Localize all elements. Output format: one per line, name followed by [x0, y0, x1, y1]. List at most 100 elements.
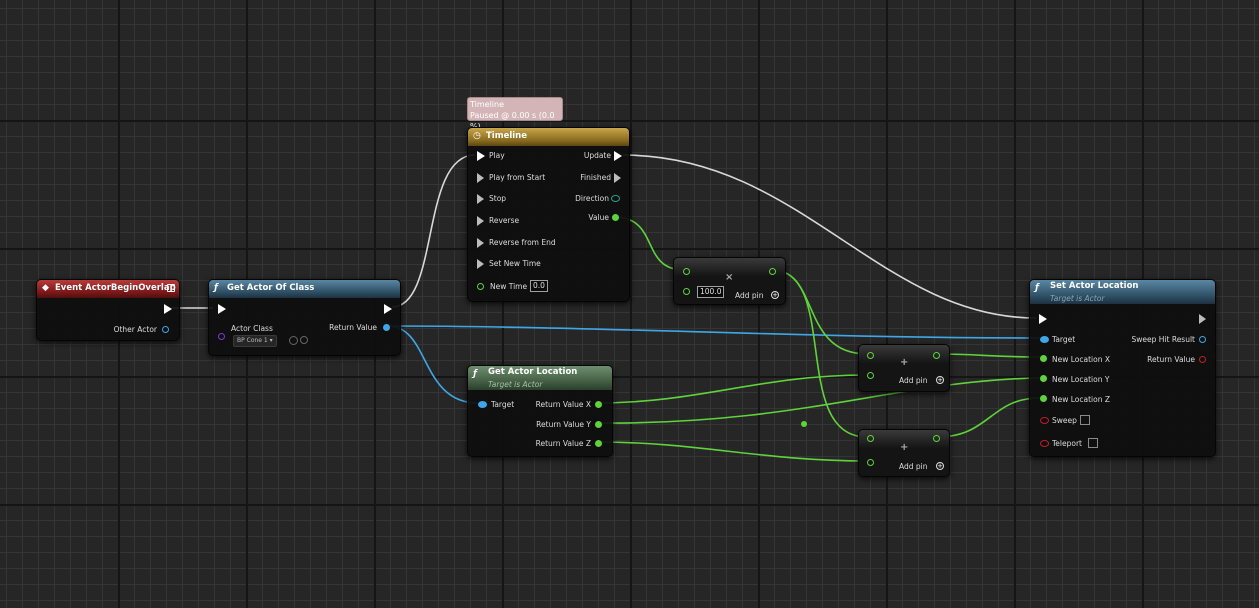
add-2-add-pin-label[interactable]: Add pin: [899, 462, 928, 471]
sweep-pin[interactable]: [1040, 417, 1049, 424]
actor-class-pin[interactable]: [218, 333, 225, 340]
set-new-time-exec-pin[interactable]: [477, 259, 485, 269]
get-actor-exec-in-pin[interactable]: [218, 304, 226, 314]
add-2-out-pin[interactable]: [933, 435, 940, 442]
return-x-pin[interactable]: [595, 401, 602, 408]
clock-icon: ◷: [473, 131, 481, 141]
get-location-target-label: Target: [491, 400, 515, 409]
reverse-label: Reverse: [489, 216, 520, 225]
multiply-add-pin-label[interactable]: Add pin: [735, 291, 764, 300]
teleport-label: Teleport: [1052, 439, 1082, 448]
finished-exec-out-pin[interactable]: [614, 173, 622, 183]
actor-class-label: Actor Class: [231, 324, 273, 333]
stop-label: Stop: [489, 194, 507, 203]
add-node-1[interactable]: + Add pin +: [858, 344, 950, 392]
actor-class-value: BP Cone 1: [237, 337, 268, 344]
actor-class-dropdown[interactable]: BP Cone 1 ▾: [233, 335, 277, 347]
multiply-add-pin-icon[interactable]: +: [771, 291, 779, 299]
add-2-add-pin-icon[interactable]: +: [936, 462, 944, 470]
new-location-y-label: New Location Y: [1052, 375, 1110, 384]
return-value-y-label: Return Value Y: [536, 420, 591, 429]
get-actor-of-class-header[interactable]: ƒ Get Actor Of Class: [209, 280, 400, 298]
return-z-pin[interactable]: [595, 440, 602, 447]
play-exec-pin[interactable]: [477, 151, 485, 161]
new-location-z-pin[interactable]: [1040, 395, 1047, 402]
update-exec-out-pin[interactable]: [614, 151, 622, 161]
play-label: Play: [489, 151, 505, 160]
event-exec-out-pin[interactable]: [164, 304, 172, 314]
add-2-a-pin[interactable]: [867, 435, 874, 442]
wire-multiply-to-add2: [771, 269, 868, 438]
event-node-header[interactable]: ◆ Event ActorBeginOverlap: [37, 280, 179, 298]
sweep-label: Sweep: [1052, 416, 1077, 425]
reverse-exec-pin[interactable]: [477, 216, 485, 226]
bubble-title: Timeline: [470, 100, 505, 109]
set-location-target-label: Target: [1052, 335, 1076, 344]
set-actor-location-node[interactable]: ƒ Set Actor Location Target is Actor Tar…: [1029, 279, 1216, 457]
other-actor-pin[interactable]: [162, 326, 169, 333]
sweep-hit-result-label: Sweep Hit Result: [1131, 335, 1196, 344]
new-time-label: New Time: [490, 282, 528, 291]
teleport-checkbox[interactable]: [1088, 438, 1098, 448]
return-y-pin[interactable]: [595, 421, 602, 428]
value-pin[interactable]: [612, 214, 619, 221]
reverse-from-end-label: Reverse from End: [489, 238, 556, 247]
return-value-label: Return Value: [329, 323, 377, 332]
reverse-from-end-exec-pin[interactable]: [477, 238, 485, 248]
play-from-start-exec-pin[interactable]: [477, 173, 485, 183]
get-actor-exec-out-pin[interactable]: [384, 304, 392, 314]
set-location-exec-in-pin[interactable]: [1039, 314, 1047, 324]
set-location-target-pin[interactable]: [1040, 336, 1049, 343]
multiply-a-pin[interactable]: [683, 268, 690, 275]
timeline-node-header[interactable]: ◷ Timeline: [468, 128, 629, 146]
value-label: Value: [588, 213, 609, 222]
get-location-target-pin[interactable]: [478, 401, 487, 408]
event-diamond-icon: ◆: [42, 283, 49, 293]
new-location-y-pin[interactable]: [1040, 375, 1047, 382]
sweep-hit-result-pin[interactable]: [1199, 336, 1206, 343]
add-node-2[interactable]: + Add pin +: [858, 429, 950, 477]
new-time-pin[interactable]: [477, 283, 484, 290]
multiply-symbol: ×: [725, 272, 734, 283]
add-2-b-pin[interactable]: [867, 459, 874, 466]
event-actor-begin-overlap-node[interactable]: ◆ Event ActorBeginOverlap Other Actor: [36, 279, 180, 341]
browse-icon[interactable]: [289, 336, 298, 345]
event-delegate-icon: [167, 284, 175, 292]
get-actor-location-node[interactable]: ƒ Get Actor Location Target is Actor Tar…: [467, 365, 613, 457]
new-time-input[interactable]: 0.0: [530, 280, 548, 292]
get-actor-of-class-node[interactable]: ƒ Get Actor Of Class Actor Class BP Cone…: [208, 279, 401, 356]
timeline-node[interactable]: ◷ Timeline Play Play from Start Stop Rev…: [467, 127, 630, 302]
stop-exec-pin[interactable]: [477, 194, 485, 204]
direction-pin[interactable]: [611, 195, 620, 202]
new-location-x-pin[interactable]: [1040, 355, 1047, 362]
play-from-start-label: Play from Start: [489, 173, 546, 182]
function-icon: ƒ: [214, 283, 218, 293]
wire-add1-to-newlocx: [936, 353, 1041, 358]
multiply-b-input[interactable]: 100.0: [697, 286, 725, 298]
set-actor-location-title: Set Actor Location: [1050, 281, 1139, 291]
get-actor-location-subtitle: Target is Actor: [488, 380, 543, 389]
multiply-b-pin[interactable]: [683, 288, 690, 295]
set-new-time-label: Set New Time: [489, 259, 541, 268]
set-location-return-pin[interactable]: [1199, 356, 1206, 363]
get-actor-location-title: Get Actor Location: [488, 367, 578, 377]
multiply-node[interactable]: × 100.0 Add pin +: [673, 257, 786, 305]
wire-reroute-dot: [801, 421, 807, 427]
set-location-exec-out-pin[interactable]: [1199, 314, 1207, 324]
add-1-b-pin[interactable]: [867, 372, 874, 379]
wire-z-to-add2: [596, 441, 868, 462]
search-icon[interactable]: [300, 336, 308, 344]
set-location-return-label: Return Value: [1147, 355, 1195, 364]
multiply-out-pin[interactable]: [769, 268, 776, 275]
add-1-out-pin[interactable]: [933, 352, 940, 359]
add-1-a-pin[interactable]: [867, 352, 874, 359]
function-icon: ƒ: [473, 369, 477, 379]
wire-object-return-to-target-getloc: [387, 325, 479, 404]
get-actor-return-pin[interactable]: [383, 324, 390, 331]
sweep-checkbox[interactable]: [1080, 415, 1090, 425]
teleport-pin[interactable]: [1040, 440, 1049, 447]
add-1-add-pin-icon[interactable]: +: [936, 376, 944, 384]
wire-add2-to-newlocz: [936, 397, 1041, 438]
return-value-z-label: Return Value Z: [535, 439, 591, 448]
add-1-add-pin-label[interactable]: Add pin: [899, 376, 928, 385]
